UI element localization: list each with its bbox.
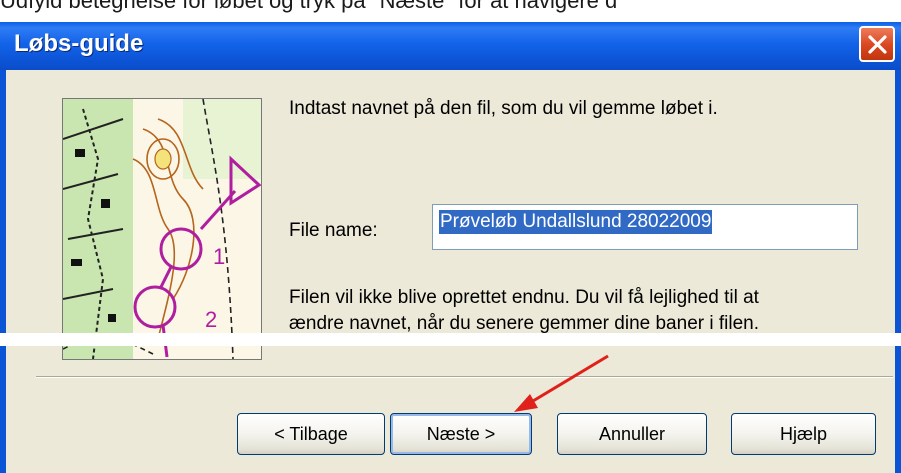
- creation-note: Filen vil ikke blive oprettet endnu. Du …: [289, 285, 759, 337]
- window-title: Løbs-guide: [14, 30, 144, 57]
- next-button[interactable]: Næste >: [390, 413, 532, 455]
- orienteering-map-image: 1 2: [62, 98, 262, 360]
- file-name-value: Prøveløb Undallslund 28022009: [439, 210, 713, 234]
- help-button[interactable]: Hjælp: [731, 413, 876, 455]
- window-frame-right: [895, 70, 901, 473]
- close-button[interactable]: [859, 26, 895, 62]
- screenshot-gap: [0, 333, 901, 346]
- map-control-label-1: 1: [213, 244, 225, 269]
- red-arrow-icon: [514, 354, 609, 412]
- window-frame-left: [0, 70, 6, 473]
- filename-prompt: Indtast navnet på den fil, som du vil ge…: [289, 98, 718, 119]
- document-caption: Udfyld betegnelse for løbet og tryk på "…: [0, 0, 618, 13]
- back-button[interactable]: < Tilbage: [237, 413, 385, 455]
- creation-note-line-1: Filen vil ikke blive oprettet endnu. Du …: [289, 287, 759, 308]
- map-control-label-2: 2: [205, 307, 217, 332]
- file-name-label: File name:: [289, 220, 378, 241]
- cancel-button[interactable]: Annuller: [557, 413, 707, 455]
- close-icon: [868, 35, 887, 54]
- file-name-input[interactable]: Prøveløb Undallslund 28022009: [432, 204, 858, 250]
- title-bar[interactable]: Løbs-guide: [0, 22, 901, 70]
- button-separator: [36, 376, 893, 378]
